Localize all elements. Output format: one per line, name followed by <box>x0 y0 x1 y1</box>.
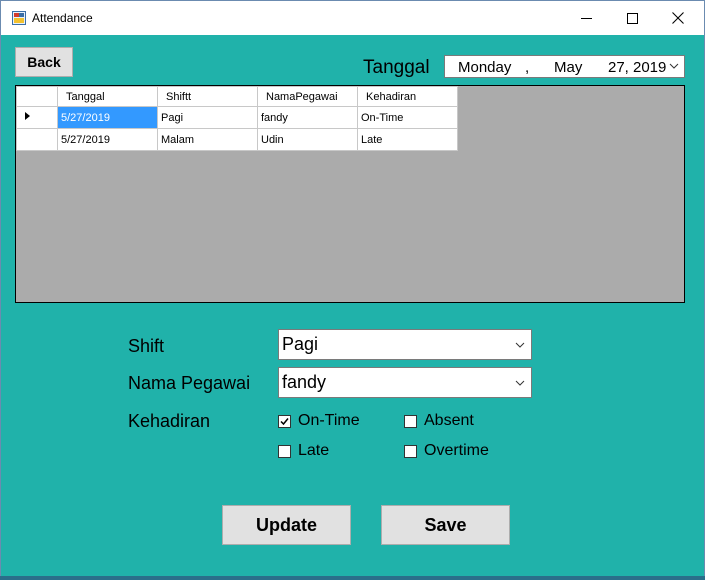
checkbox-box[interactable] <box>404 444 417 458</box>
table-row[interactable]: 5/27/2019 Pagi fandy On-Time <box>16 106 458 129</box>
overtime-checkbox[interactable]: Overtime <box>404 442 489 460</box>
date-picker[interactable]: Monday , May 27, 2019 <box>444 55 685 78</box>
column-header-kehadiran[interactable]: Kehadiran <box>357 86 458 107</box>
cell-tanggal[interactable]: 5/27/2019 <box>57 128 158 151</box>
back-button[interactable]: Back <box>15 47 73 77</box>
checkmark-icon <box>280 417 289 425</box>
checkbox-box[interactable] <box>278 414 291 428</box>
attendance-window: Attendance Back Tanggal Monday , May 27,… <box>0 0 705 580</box>
late-checkbox[interactable]: Late <box>278 442 329 460</box>
cell-shift[interactable]: Pagi <box>157 106 258 129</box>
overtime-label: Overtime <box>424 442 489 459</box>
checkbox-box[interactable] <box>404 414 417 428</box>
save-button[interactable]: Save <box>381 505 510 545</box>
form-client-area: Back Tanggal Monday , May 27, 2019 Tangg… <box>1 35 704 579</box>
cell-nama-pegawai[interactable]: fandy <box>257 106 358 129</box>
cell-shift[interactable]: Malam <box>157 128 258 151</box>
chevron-down-icon <box>515 380 525 386</box>
cell-kehadiran[interactable]: On-Time <box>357 106 458 129</box>
current-row-arrow-icon <box>25 112 30 120</box>
attendance-grid[interactable]: Tanggal Shiftt NamaPegawai Kehadiran 5/2… <box>15 85 685 303</box>
date-picker-year: 2019 <box>633 59 667 76</box>
chevron-down-icon[interactable] <box>669 61 679 71</box>
date-picker-month: May <box>554 59 583 76</box>
absent-label: Absent <box>424 412 474 429</box>
desktop-edge <box>0 576 705 580</box>
cell-kehadiran[interactable]: Late <box>357 128 458 151</box>
nama-pegawai-label: Nama Pegawai <box>128 373 251 393</box>
column-header-nama-pegawai[interactable]: NamaPegawai <box>257 86 358 107</box>
grid-header-row: Tanggal Shiftt NamaPegawai Kehadiran <box>16 86 458 107</box>
attendance-table: Tanggal Shiftt NamaPegawai Kehadiran 5/2… <box>16 86 458 151</box>
absent-checkbox[interactable]: Absent <box>404 412 474 430</box>
date-picker-day: Monday <box>458 59 512 76</box>
date-picker-comma: , <box>525 59 530 76</box>
nama-pegawai-value: fandy <box>282 372 327 392</box>
row-header[interactable] <box>16 128 58 151</box>
ontime-checkbox[interactable]: On-Time <box>278 412 360 430</box>
column-header-tanggal[interactable]: Tanggal <box>57 86 158 107</box>
minimize-button[interactable] <box>563 1 609 35</box>
minimize-icon <box>580 17 592 19</box>
table-row[interactable]: 5/27/2019 Malam Udin Late <box>16 128 458 151</box>
date-picker-date: 27, <box>608 59 629 76</box>
late-label: Late <box>298 442 330 459</box>
checkbox-box[interactable] <box>278 444 291 458</box>
chevron-down-icon <box>515 342 525 348</box>
shift-value: Pagi <box>282 334 319 354</box>
close-button[interactable] <box>655 1 701 35</box>
row-header-corner <box>16 86 58 107</box>
cell-nama-pegawai[interactable]: Udin <box>257 128 358 151</box>
kehadiran-label: Kehadiran <box>128 411 211 431</box>
close-icon <box>672 12 684 24</box>
app-icon <box>12 11 26 25</box>
shift-label: Shift <box>128 336 165 356</box>
shift-combobox[interactable]: Pagi <box>278 329 532 360</box>
title-bar: Attendance <box>1 1 704 35</box>
maximize-icon <box>626 12 638 24</box>
cell-tanggal[interactable]: 5/27/2019 <box>57 106 158 129</box>
nama-pegawai-combobox[interactable]: fandy <box>278 367 532 398</box>
tanggal-label: Tanggal <box>363 57 430 78</box>
maximize-button[interactable] <box>609 1 655 35</box>
update-button[interactable]: Update <box>222 505 351 545</box>
ontime-label: On-Time <box>298 412 360 429</box>
column-header-shift[interactable]: Shiftt <box>157 86 258 107</box>
row-header[interactable] <box>16 106 58 129</box>
window-title: Attendance <box>32 11 93 25</box>
